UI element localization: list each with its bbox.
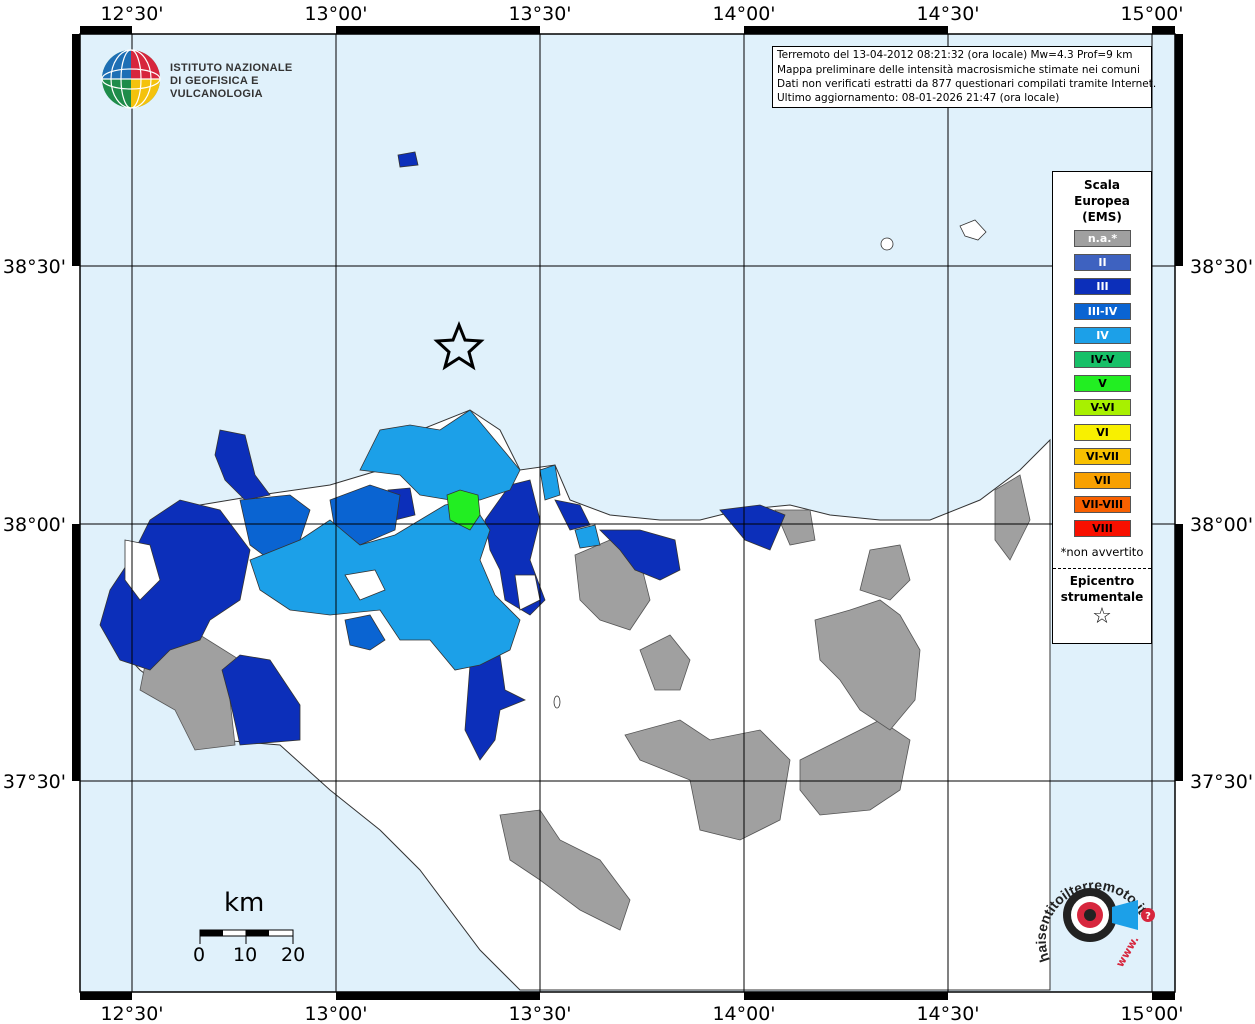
legend-item-11: VII-VIII	[1074, 496, 1131, 514]
legend-item-10: VII	[1074, 472, 1131, 489]
hsi-www: www.	[1113, 934, 1141, 970]
legend-item-8: VI	[1074, 423, 1131, 441]
legend-title-line2: Europea	[1074, 194, 1130, 208]
legend-separator	[1053, 568, 1151, 569]
legend-epicenter: Epicentro strumentale ☆	[1053, 573, 1151, 629]
tick-label-right-2: 38°00'	[1190, 514, 1253, 536]
institute-line1: ISTITUTO NAZIONALE	[170, 62, 293, 74]
scale-label-0: 0	[193, 944, 206, 966]
tick-label-top-1: 12°30'	[100, 3, 163, 25]
institute-line2: DI GEOFISICA E VULCANOLOGIA	[170, 75, 263, 100]
tick-label-right-3: 37°30'	[1190, 771, 1253, 793]
tick-label-bottom-6: 15°00'	[1120, 1003, 1183, 1024]
legend-item-0: n.a.*	[1074, 230, 1131, 247]
legend-title: Scala Europea (EMS)	[1053, 177, 1151, 225]
legend-item-6: V	[1074, 375, 1131, 393]
tick-label-bottom-1: 12°30'	[100, 1003, 163, 1024]
legend-note: *non avvertito	[1060, 545, 1144, 559]
tick-label-bottom-3: 13°30'	[508, 1003, 571, 1024]
tick-label-top-3: 13°30'	[508, 3, 571, 25]
tick-label-left-3: 37°30'	[3, 771, 66, 793]
legend-item-3: III-IV	[1074, 302, 1131, 320]
legend-item-5: IV-V	[1074, 351, 1131, 368]
tick-label-top-6: 15°00'	[1120, 3, 1183, 25]
legend-item-9: VI-VII	[1074, 447, 1131, 465]
legend-epicenter-line2: strumentale	[1060, 590, 1144, 604]
tick-label-left-2: 38°00'	[3, 514, 66, 536]
scale-unit: km	[224, 888, 265, 918]
speaker-icon	[1112, 900, 1138, 930]
tick-label-bottom-5: 14°30'	[916, 1003, 979, 1024]
globe-icon	[101, 49, 161, 109]
hsi-logo: haisentitoilterremoto.it ? www.	[1033, 877, 1155, 970]
tick-label-right-1: 38°30'	[1190, 256, 1253, 278]
ingv-logo: ISTITUTO NAZIONALE DI GEOFISICA E VULCAN…	[100, 48, 330, 112]
tick-label-top-5: 14°30'	[916, 3, 979, 25]
legend-title-line3: (EMS)	[1082, 210, 1122, 224]
tick-label-bottom-4: 14°00'	[712, 1003, 775, 1024]
event-info-line2: Mappa preliminare delle intensità macros…	[777, 64, 1140, 76]
event-info-line1: Terremoto del 13-04-2012 08:21:32 (ora l…	[777, 49, 1133, 61]
legend-item-4: IV	[1074, 326, 1131, 344]
tick-label-top-2: 13°00'	[304, 3, 367, 25]
event-info-line4: Ultimo aggiornamento: 08-01-2026 21:47 (…	[777, 92, 1060, 104]
tick-label-top-4: 14°00'	[712, 3, 775, 25]
tick-label-left-1: 38°30'	[3, 256, 66, 278]
intensity-legend: Scala Europea (EMS) n.a.* II III III-IV IV IV…	[1052, 171, 1152, 644]
legend-item-1: II	[1074, 254, 1131, 272]
event-info-box: Terremoto del 13-04-2012 08:21:32 (ora l…	[772, 46, 1157, 108]
legend-item-2: III	[1074, 278, 1131, 296]
scale-label-10: 10	[233, 944, 258, 966]
event-info-line3: Dati non verificati estratti da 877 ques…	[777, 78, 1157, 90]
tick-label-bottom-2: 13°00'	[304, 1003, 367, 1024]
legend-item-7: V-VI	[1074, 399, 1131, 417]
hsi-question: ?	[1145, 911, 1151, 922]
scale-label-20: 20	[281, 944, 306, 966]
legend-star-icon: ☆	[1092, 604, 1112, 629]
legend-item-12: VIII	[1074, 520, 1131, 538]
legend-epicenter-line1: Epicentro	[1069, 574, 1135, 588]
legend-title-line1: Scala	[1083, 178, 1121, 192]
